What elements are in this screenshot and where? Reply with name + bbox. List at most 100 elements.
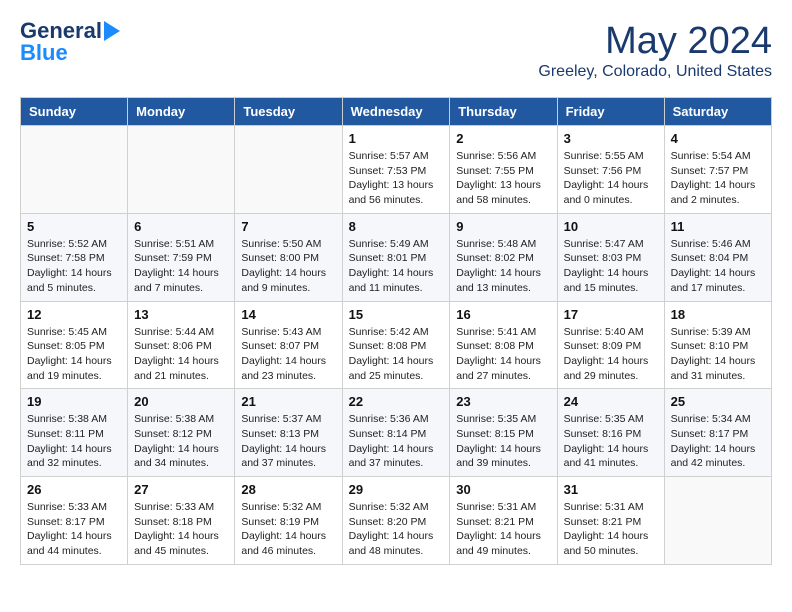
day-info: Sunrise: 5:45 AM Sunset: 8:05 PM Dayligh… <box>27 325 121 384</box>
day-info: Sunrise: 5:51 AM Sunset: 7:59 PM Dayligh… <box>134 237 228 296</box>
location: Greeley, Colorado, United States <box>538 63 772 81</box>
day-info: Sunrise: 5:43 AM Sunset: 8:07 PM Dayligh… <box>241 325 335 384</box>
day-info: Sunrise: 5:47 AM Sunset: 8:03 PM Dayligh… <box>564 237 658 296</box>
day-info: Sunrise: 5:38 AM Sunset: 8:11 PM Dayligh… <box>27 412 121 471</box>
day-number: 15 <box>349 307 444 322</box>
day-info: Sunrise: 5:40 AM Sunset: 8:09 PM Dayligh… <box>564 325 658 384</box>
day-info: Sunrise: 5:54 AM Sunset: 7:57 PM Dayligh… <box>671 149 765 208</box>
calendar-cell: 13 Sunrise: 5:44 AM Sunset: 8:06 PM Dayli… <box>128 301 235 389</box>
day-number: 23 <box>456 394 550 409</box>
day-number: 18 <box>671 307 765 322</box>
page-header: General Blue May 2024 Greeley, Colorado,… <box>20 20 772 81</box>
calendar-cell: 22 Sunrise: 5:36 AM Sunset: 8:14 PM Dayli… <box>342 389 450 477</box>
calendar-cell: 8 Sunrise: 5:49 AM Sunset: 8:01 PM Daylig… <box>342 213 450 301</box>
day-number: 2 <box>456 131 550 146</box>
title-area: May 2024 Greeley, Colorado, United State… <box>538 20 772 81</box>
calendar-cell: 20Sunrise: 5:38 AM Sunset: 8:12 PM Dayli… <box>128 389 235 477</box>
day-number: 25 <box>671 394 765 409</box>
day-info: Sunrise: 5:55 AM Sunset: 7:56 PM Dayligh… <box>564 149 658 208</box>
logo: General Blue <box>20 20 120 64</box>
calendar-cell: 26 Sunrise: 5:33 AM Sunset: 8:17 PM Dayli… <box>21 477 128 565</box>
calendar-cell: 21Sunrise: 5:37 AM Sunset: 8:13 PM Dayli… <box>235 389 342 477</box>
weekday-header-friday: Friday <box>557 98 664 126</box>
calendar-cell: 17 Sunrise: 5:40 AM Sunset: 8:09 PM Dayli… <box>557 301 664 389</box>
day-info: Sunrise: 5:46 AM Sunset: 8:04 PM Dayligh… <box>671 237 765 296</box>
calendar-cell: 14 Sunrise: 5:43 AM Sunset: 8:07 PM Dayli… <box>235 301 342 389</box>
day-info: Sunrise: 5:52 AM Sunset: 7:58 PM Dayligh… <box>27 237 121 296</box>
calendar-cell: 28Sunrise: 5:32 AM Sunset: 8:19 PM Dayli… <box>235 477 342 565</box>
weekday-header-tuesday: Tuesday <box>235 98 342 126</box>
day-info: Sunrise: 5:41 AM Sunset: 8:08 PM Dayligh… <box>456 325 550 384</box>
calendar-cell: 5 Sunrise: 5:52 AM Sunset: 7:58 PM Daylig… <box>21 213 128 301</box>
day-info: Sunrise: 5:56 AM Sunset: 7:55 PM Dayligh… <box>456 149 550 208</box>
calendar-body: 1Sunrise: 5:57 AM Sunset: 7:53 PM Daylig… <box>21 126 772 565</box>
day-number: 27 <box>134 482 228 497</box>
day-number: 7 <box>241 219 335 234</box>
weekday-header-monday: Monday <box>128 98 235 126</box>
day-info: Sunrise: 5:37 AM Sunset: 8:13 PM Dayligh… <box>241 412 335 471</box>
logo-blue-text: Blue <box>20 42 120 64</box>
calendar-cell: 19Sunrise: 5:38 AM Sunset: 8:11 PM Dayli… <box>21 389 128 477</box>
day-number: 28 <box>241 482 335 497</box>
calendar-cell: 12 Sunrise: 5:45 AM Sunset: 8:05 PM Dayli… <box>21 301 128 389</box>
day-number: 22 <box>349 394 444 409</box>
day-info: Sunrise: 5:36 AM Sunset: 8:14 PM Dayligh… <box>349 412 444 471</box>
day-number: 6 <box>134 219 228 234</box>
day-info: Sunrise: 5:31 AM Sunset: 8:21 PM Dayligh… <box>456 500 550 559</box>
weekday-header-wednesday: Wednesday <box>342 98 450 126</box>
weekday-header-sunday: Sunday <box>21 98 128 126</box>
day-number: 4 <box>671 131 765 146</box>
day-info: Sunrise: 5:44 AM Sunset: 8:06 PM Dayligh… <box>134 325 228 384</box>
calendar-week-5: 26 Sunrise: 5:33 AM Sunset: 8:17 PM Dayli… <box>21 477 772 565</box>
calendar-cell: 6 Sunrise: 5:51 AM Sunset: 7:59 PM Daylig… <box>128 213 235 301</box>
day-number: 12 <box>27 307 121 322</box>
calendar-cell: 18Sunrise: 5:39 AM Sunset: 8:10 PM Dayli… <box>664 301 771 389</box>
weekday-header-saturday: Saturday <box>664 98 771 126</box>
calendar-cell: 7Sunrise: 5:50 AM Sunset: 8:00 PM Daylig… <box>235 213 342 301</box>
day-info: Sunrise: 5:31 AM Sunset: 8:21 PM Dayligh… <box>564 500 658 559</box>
day-number: 16 <box>456 307 550 322</box>
calendar-cell: 23 Sunrise: 5:35 AM Sunset: 8:15 PM Dayli… <box>450 389 557 477</box>
logo-general-text: General <box>20 20 102 42</box>
day-number: 11 <box>671 219 765 234</box>
day-info: Sunrise: 5:34 AM Sunset: 8:17 PM Dayligh… <box>671 412 765 471</box>
day-info: Sunrise: 5:42 AM Sunset: 8:08 PM Dayligh… <box>349 325 444 384</box>
day-info: Sunrise: 5:35 AM Sunset: 8:15 PM Dayligh… <box>456 412 550 471</box>
day-number: 3 <box>564 131 658 146</box>
day-number: 26 <box>27 482 121 497</box>
day-info: Sunrise: 5:33 AM Sunset: 8:17 PM Dayligh… <box>27 500 121 559</box>
calendar-cell <box>21 126 128 214</box>
calendar-cell: 9Sunrise: 5:48 AM Sunset: 8:02 PM Daylig… <box>450 213 557 301</box>
day-number: 17 <box>564 307 658 322</box>
calendar-cell: 11 Sunrise: 5:46 AM Sunset: 8:04 PM Dayli… <box>664 213 771 301</box>
calendar-cell: 24Sunrise: 5:35 AM Sunset: 8:16 PM Dayli… <box>557 389 664 477</box>
day-number: 1 <box>349 131 444 146</box>
day-number: 10 <box>564 219 658 234</box>
calendar-cell: 27Sunrise: 5:33 AM Sunset: 8:18 PM Dayli… <box>128 477 235 565</box>
calendar-cell: 3 Sunrise: 5:55 AM Sunset: 7:56 PM Daylig… <box>557 126 664 214</box>
day-number: 24 <box>564 394 658 409</box>
day-info: Sunrise: 5:49 AM Sunset: 8:01 PM Dayligh… <box>349 237 444 296</box>
day-info: Sunrise: 5:32 AM Sunset: 8:20 PM Dayligh… <box>349 500 444 559</box>
calendar-week-1: 1Sunrise: 5:57 AM Sunset: 7:53 PM Daylig… <box>21 126 772 214</box>
weekday-header-thursday: Thursday <box>450 98 557 126</box>
calendar-cell: 25 Sunrise: 5:34 AM Sunset: 8:17 PM Dayli… <box>664 389 771 477</box>
calendar-cell: 1Sunrise: 5:57 AM Sunset: 7:53 PM Daylig… <box>342 126 450 214</box>
calendar-cell <box>235 126 342 214</box>
day-number: 30 <box>456 482 550 497</box>
calendar-cell: 31 Sunrise: 5:31 AM Sunset: 8:21 PM Dayli… <box>557 477 664 565</box>
calendar-cell <box>128 126 235 214</box>
month-title: May 2024 <box>538 20 772 63</box>
calendar-table: SundayMondayTuesdayWednesdayThursdayFrid… <box>20 97 772 565</box>
day-number: 29 <box>349 482 444 497</box>
day-number: 14 <box>241 307 335 322</box>
day-number: 8 <box>349 219 444 234</box>
day-info: Sunrise: 5:48 AM Sunset: 8:02 PM Dayligh… <box>456 237 550 296</box>
day-number: 13 <box>134 307 228 322</box>
day-info: Sunrise: 5:38 AM Sunset: 8:12 PM Dayligh… <box>134 412 228 471</box>
calendar-cell: 4 Sunrise: 5:54 AM Sunset: 7:57 PM Daylig… <box>664 126 771 214</box>
day-number: 5 <box>27 219 121 234</box>
calendar-week-2: 5 Sunrise: 5:52 AM Sunset: 7:58 PM Daylig… <box>21 213 772 301</box>
calendar-cell: 2 Sunrise: 5:56 AM Sunset: 7:55 PM Daylig… <box>450 126 557 214</box>
day-number: 31 <box>564 482 658 497</box>
